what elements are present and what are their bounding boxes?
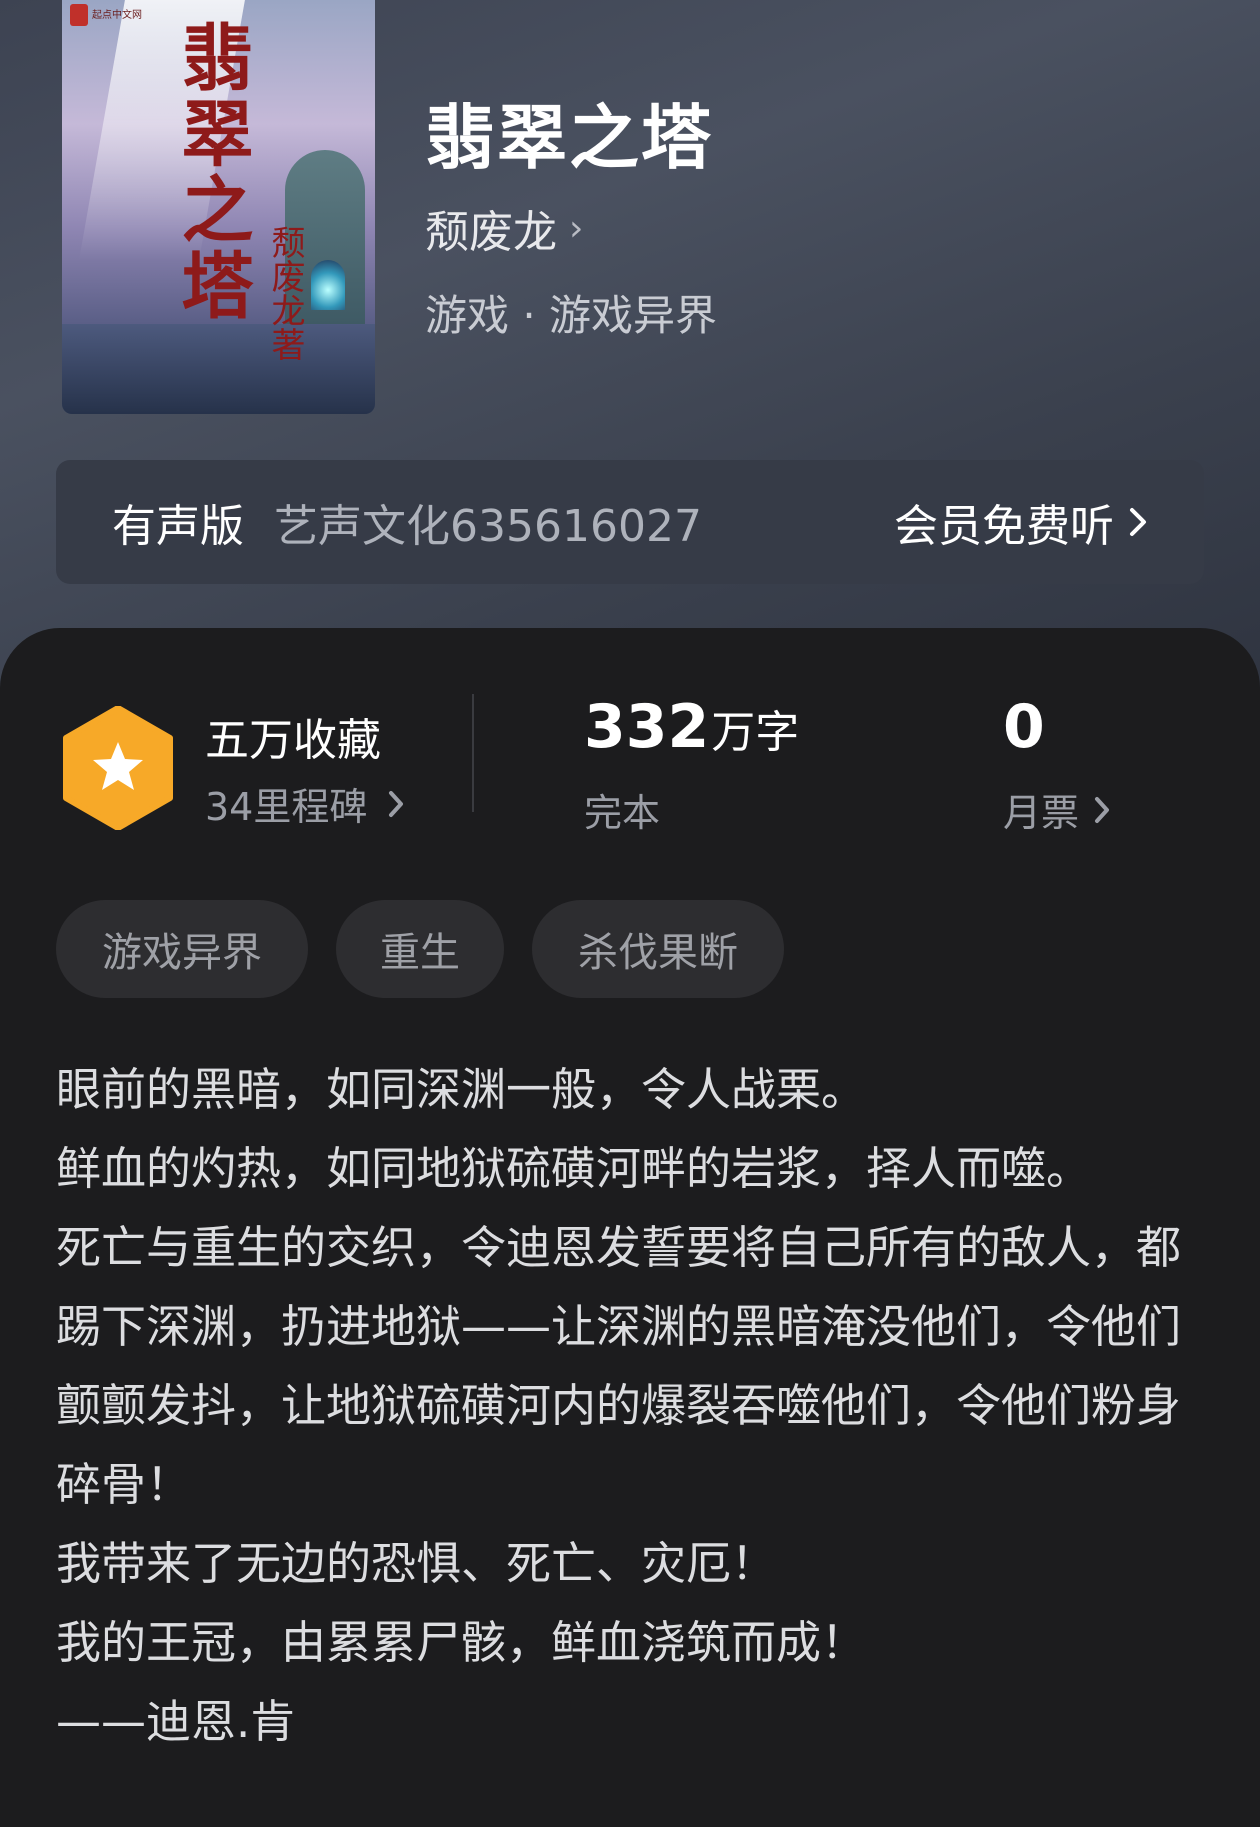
chevron-right-icon: [389, 790, 404, 817]
tag-chip[interactable]: 游戏异界: [56, 900, 308, 998]
synopsis-paragraph: 死亡与重生的交织，令迪恩发誓要将自己所有的敌人，都踢下深渊，扔进地狱——让深渊的…: [56, 1221, 1182, 1511]
monthly-votes-count: 0: [1003, 692, 1045, 762]
stats-divider: [472, 694, 474, 812]
book-cover[interactable]: 起点中文网 翡翠之塔 颓废龙著: [62, 0, 375, 414]
collect-count: 五万收藏: [205, 715, 381, 766]
synopsis-paragraph: 我的王冠，由累累尸骸，鲜血浇筑而成！: [56, 1616, 867, 1669]
milestone-label: 34里程碑: [205, 785, 368, 829]
audio-narrator: 艺声文化635616027: [274, 501, 702, 552]
chevron-right-icon: [1130, 508, 1146, 536]
word-count: 332 万字: [584, 692, 799, 762]
synopsis-paragraph: ——迪恩.肯: [56, 1695, 296, 1748]
cover-title: 翡翠之塔: [169, 20, 254, 324]
completion-status: 完本: [584, 791, 661, 835]
word-count-unit: 万字: [711, 707, 800, 758]
chevron-right-icon: ›: [569, 207, 584, 249]
author-name: 颓废龙: [425, 207, 557, 258]
word-count-number: 332: [584, 692, 710, 762]
synopsis-paragraph: 鲜血的灼热，如同地狱硫磺河畔的岩浆，择人而噬。: [56, 1142, 1092, 1195]
tag-chip[interactable]: 重生: [336, 900, 504, 998]
audio-version-bar[interactable]: 有声版 艺声文化635616027 会员免费听: [56, 460, 1204, 584]
monthly-votes-link[interactable]: 月票: [1003, 782, 1111, 837]
book-title: 翡翠之塔: [425, 97, 713, 179]
author-link[interactable]: 颓废龙 ›: [425, 196, 583, 260]
milestone-link[interactable]: 34里程碑: [205, 776, 405, 831]
tag-chip[interactable]: 杀伐果断: [532, 900, 784, 998]
synopsis-paragraph: 眼前的黑暗，如同深渊一般，令人战栗。: [56, 1063, 867, 1116]
publisher-logo: [70, 4, 88, 26]
star-hexagon-icon: [63, 706, 173, 830]
book-synopsis[interactable]: 眼前的黑暗，如同深渊一般，令人战栗。 鲜血的灼热，如同地狱硫磺河畔的岩浆，择人而…: [56, 1050, 1206, 1761]
publisher-name: 起点中文网: [92, 10, 142, 21]
book-genre: 游戏 · 游戏异界: [425, 291, 718, 340]
chevron-right-icon: [1095, 796, 1110, 823]
audio-label: 有声版: [112, 501, 244, 552]
member-free-listen-button[interactable]: 会员免费听: [894, 490, 1148, 554]
cover-author: 颓废龙著: [265, 225, 305, 361]
member-free-listen-label: 会员免费听: [894, 501, 1114, 552]
monthly-votes-label: 月票: [1003, 791, 1080, 835]
synopsis-paragraph: 我带来了无边的恐惧、死亡、灾厄！: [56, 1537, 777, 1590]
